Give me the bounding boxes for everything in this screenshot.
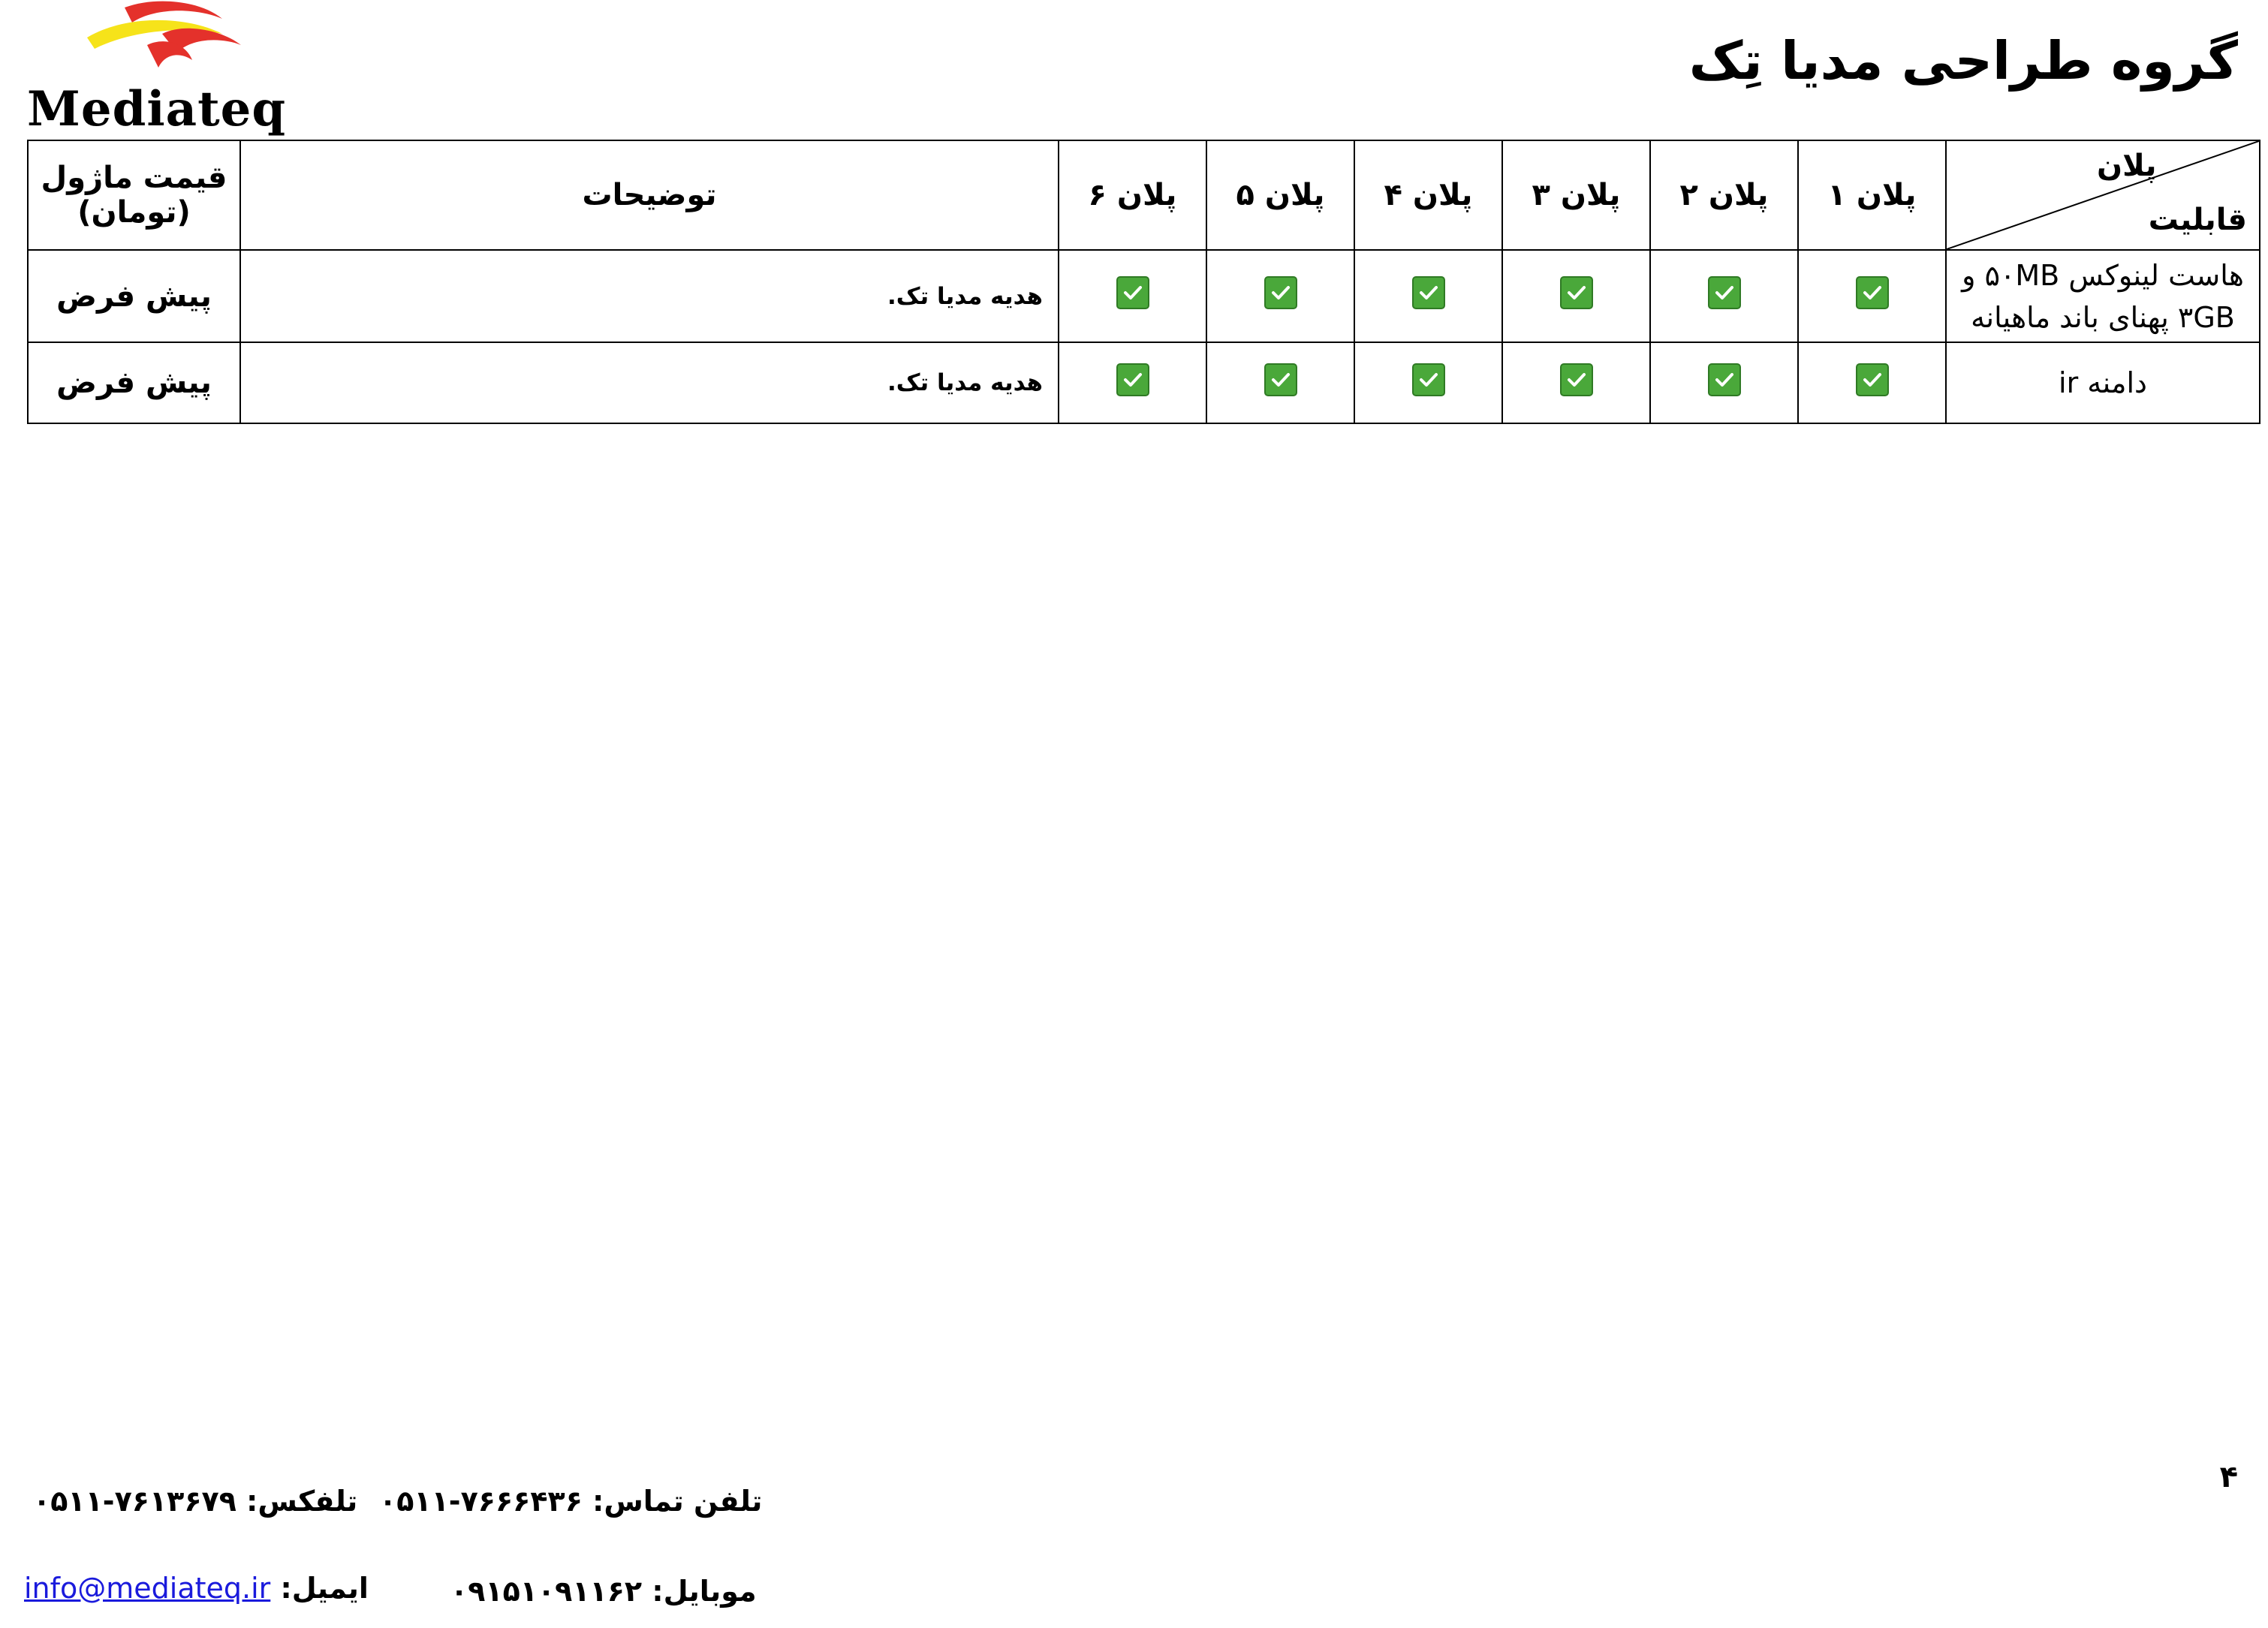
checkmark-icon (1116, 363, 1149, 396)
plan-cell (1649, 249, 1799, 343)
feature-line2: ۳GB پهنای باند ماهیانه (1971, 300, 2235, 334)
description-header: توضیحات (239, 140, 1059, 251)
checkmark-icon (1411, 363, 1445, 396)
plan-header-6: پلان ۶ (1058, 140, 1207, 251)
plan-header-1: پلان ۱ (1797, 140, 1947, 251)
plan-header-4: پلان ۴ (1354, 140, 1503, 251)
description-cell: هدیه مدیا تک. (239, 249, 1059, 343)
plan-cell (1354, 342, 1503, 424)
checkmark-icon (1264, 276, 1297, 309)
feature-line1: هاست لینوکس ۵۰MB و (1962, 258, 2244, 292)
plan-cell (1206, 342, 1355, 424)
plan-cell (1797, 342, 1947, 424)
price-cell: پیش فرض (27, 249, 241, 343)
plan-cell (1501, 249, 1651, 343)
checkmark-icon (1855, 363, 1889, 396)
plan-cell (1206, 249, 1355, 343)
footer-fax: تلفکس: ۷۶۱۳۶۷۹-۰۵۱۱ (33, 1485, 358, 1518)
checkmark-icon (1116, 276, 1149, 309)
checkmark-icon (1264, 363, 1297, 396)
checkmark-icon (1855, 276, 1889, 309)
price-header-line2: (تومان) (77, 195, 191, 230)
corner-feature-label: قابلیت (2148, 203, 2247, 237)
checkmark-icon (1707, 363, 1741, 396)
plan-cell (1649, 342, 1799, 424)
table-row: هاست لینوکس ۵۰MB و ۳GB پهنای باند ماهیان… (27, 249, 2260, 343)
page-title: گروه طراحی مدیا تِک (1688, 30, 2238, 92)
price-header-line1: قیمت ماژول (41, 161, 227, 195)
table-header-row: پلان قابلیت پلان ۱ پلان ۲ پلان ۳ پلان ۴ … (27, 140, 2260, 251)
checkmark-icon (1559, 363, 1593, 396)
email-link[interactable]: info@mediateq.ir (24, 1572, 270, 1605)
plan-cell (1058, 342, 1207, 424)
price-cell: پیش فرض (27, 342, 241, 424)
checkmark-icon (1707, 276, 1741, 309)
plan-cell (1797, 249, 1947, 343)
email-label: ایمیل: (280, 1572, 369, 1605)
logo-text: Mediateq (27, 81, 287, 137)
footer-mobile: موبایل: ۰۹۱۵۱۰۹۱۱۶۲ (450, 1575, 757, 1608)
plan-header-5: پلان ۵ (1206, 140, 1355, 251)
feature-cell: دامنه ir (1945, 342, 2260, 424)
plan-header-3: پلان ۳ (1501, 140, 1651, 251)
plan-cell (1354, 249, 1503, 343)
footer-phone: تلفن تماس: ۷۶۶۶۴۳۶-۰۵۱۱ (379, 1485, 763, 1518)
plans-table: پلان قابلیت پلان ۱ پلان ۲ پلان ۳ پلان ۴ … (27, 140, 2260, 424)
plan-cell (1058, 249, 1207, 343)
feature-line1: دامنه ir (2059, 366, 2147, 399)
mediateq-logo: Mediateq (27, 0, 285, 143)
price-header: قیمت ماژول (تومان) (27, 140, 241, 251)
description-cell: هدیه مدیا تک. (239, 342, 1059, 424)
feature-cell: هاست لینوکس ۵۰MB و ۳GB پهنای باند ماهیان… (1945, 249, 2260, 343)
footer-email: ایمیل: info@mediateq.ir (24, 1572, 369, 1605)
table-row: دامنه ir هدیه مدیا تک. پیش فرض (27, 342, 2260, 424)
logo-swoosh-icon (87, 1, 241, 68)
checkmark-icon (1411, 276, 1445, 309)
corner-cell: پلان قابلیت (1945, 140, 2260, 251)
plan-header-2: پلان ۲ (1649, 140, 1799, 251)
corner-plan-label: پلان (2097, 149, 2157, 183)
page-number: ۴ (2219, 1460, 2238, 1494)
checkmark-icon (1559, 276, 1593, 309)
plan-cell (1501, 342, 1651, 424)
